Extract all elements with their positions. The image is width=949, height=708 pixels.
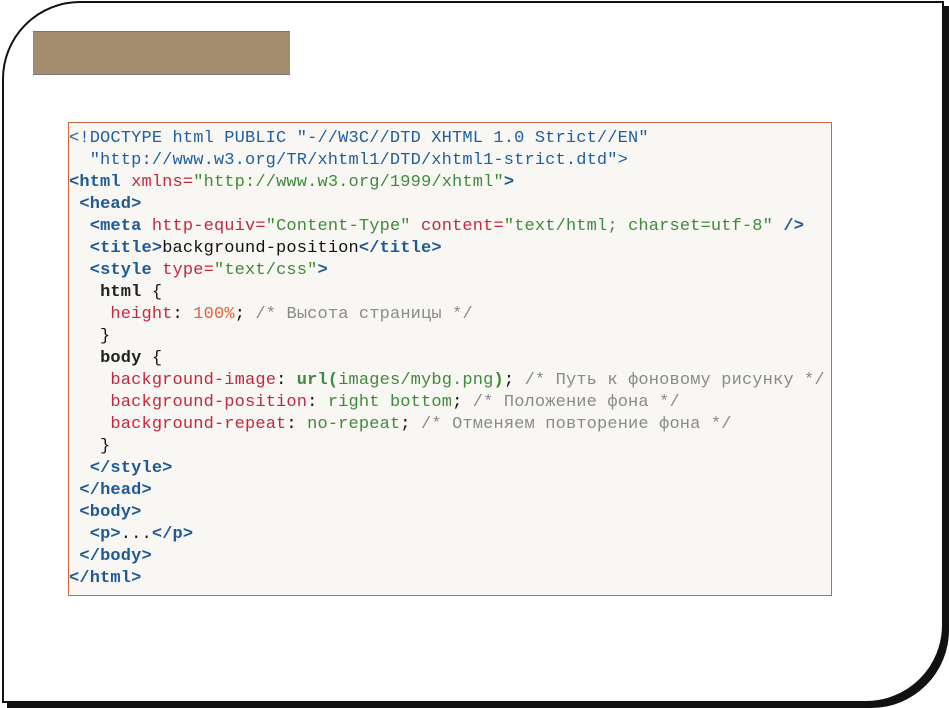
code-token-attr: http-equiv= [151,217,266,236]
code-token-attr: background-repeat [110,415,287,434]
code-token-doc: "http://www.w3.org/TR/xhtml1/DTD/xhtml1-… [69,151,628,170]
code-line: height: 100%; /* Высота страницы */ [69,304,831,326]
code-line: </style> [69,458,831,480]
code-line: "http://www.w3.org/TR/xhtml1/DTD/xhtml1-… [69,150,831,172]
code-token-txt: } [69,437,111,456]
code-token-txt: : [307,393,328,412]
code-token-com: /* Положение фона */ [472,393,680,412]
code-line: background-repeat: no-repeat; /* Отменяе… [69,414,831,436]
code-token-tag: > [503,173,515,192]
code-token-txt: background-position [162,239,359,258]
code-token-tag: <meta [89,217,142,236]
code-token-tag: <p> [89,525,121,544]
code-token-fn: url( [296,371,339,390]
code-token-txt: ; [503,371,525,390]
code-listing: <!DOCTYPE html PUBLIC "-//W3C//DTD XHTML… [68,122,832,596]
code-token-doc: <!DOCTYPE html PUBLIC "-//W3C//DTD XHTML… [69,129,649,148]
code-line: <style type="text/css"> [69,260,831,282]
code-token-attr: background-position [110,393,308,412]
code-token-txt: { [141,349,163,368]
code-token-txt: ; [234,305,256,324]
code-line: <p>...</p> [69,524,831,546]
code-line: <title>background-position</title> [69,238,831,260]
code-token-str: "http://www.w3.org/1999/xhtml" [193,173,504,192]
code-token-tag: <title> [89,239,163,258]
code-token-tag: </p> [151,525,194,544]
code-line: background-position: right bottom; /* По… [69,392,831,414]
code-token-txt: : [286,415,308,434]
code-line: <head> [69,194,831,216]
code-token-tag: </head> [79,481,152,500]
code-token-tag: /> [783,217,805,236]
code-token-str: right bottom [327,393,453,412]
code-token-attr: xmlns= [131,173,194,192]
code-token-tag: <style [89,261,152,280]
code-line: <body> [69,502,831,524]
code-line: </html> [69,568,831,590]
code-line: <html xmlns="http://www.w3.org/1999/xhtm… [69,172,831,194]
code-token-tag: </style> [89,459,173,478]
code-line: <meta http-equiv="Content-Type" content=… [69,216,831,238]
code-token-tag: </html> [69,569,142,588]
code-line: </head> [69,480,831,502]
code-token-txt: { [141,283,163,302]
code-token-attr: background-image [110,371,277,390]
code-token-str: "Content-Type" [265,217,411,236]
code-token-tag: </body> [79,547,152,566]
code-token-attr: height [110,305,173,324]
code-token-com: /* Путь к фоновому рисунку */ [524,371,825,390]
code-token-txt: ... [120,525,152,544]
code-token-sel: body [100,349,142,368]
code-token-num: 100% [193,305,235,324]
slide-title-bar [33,31,290,75]
code-token-str: no-repeat [307,415,401,434]
code-token-tag: <head> [79,195,142,214]
code-line: background-image: url(images/mybg.png); … [69,370,831,392]
code-token-sel: html [100,283,142,302]
code-token-str: "text/css" [213,261,318,280]
code-token-fn: ) [493,371,504,390]
code-token-str: images/mybg.png [338,371,494,390]
code-token-txt: : [172,305,194,324]
code-line: </body> [69,546,831,568]
code-token-txt: ; [400,415,422,434]
code-token-attr: type= [162,261,214,280]
code-line: <!DOCTYPE html PUBLIC "-//W3C//DTD XHTML… [69,128,831,150]
code-line: } [69,436,831,458]
code-token-txt: } [69,327,111,346]
code-token-tag: <body> [79,503,142,522]
code-token-txt: : [276,371,297,390]
code-token-tag: <html [69,173,121,192]
code-token-tag: > [317,261,328,280]
code-token-str: "text/html; charset=utf-8" [503,217,773,236]
code-line: html { [69,282,831,304]
code-token-com: /* Отменяем повторение фона */ [421,415,732,434]
code-line: } [69,326,831,348]
code-token-com: /* Высота страницы */ [255,305,473,324]
code-token-attr: content= [421,217,504,236]
code-line: body { [69,348,831,370]
code-token-txt: ; [452,393,473,412]
code-token-tag: </title> [358,239,442,258]
